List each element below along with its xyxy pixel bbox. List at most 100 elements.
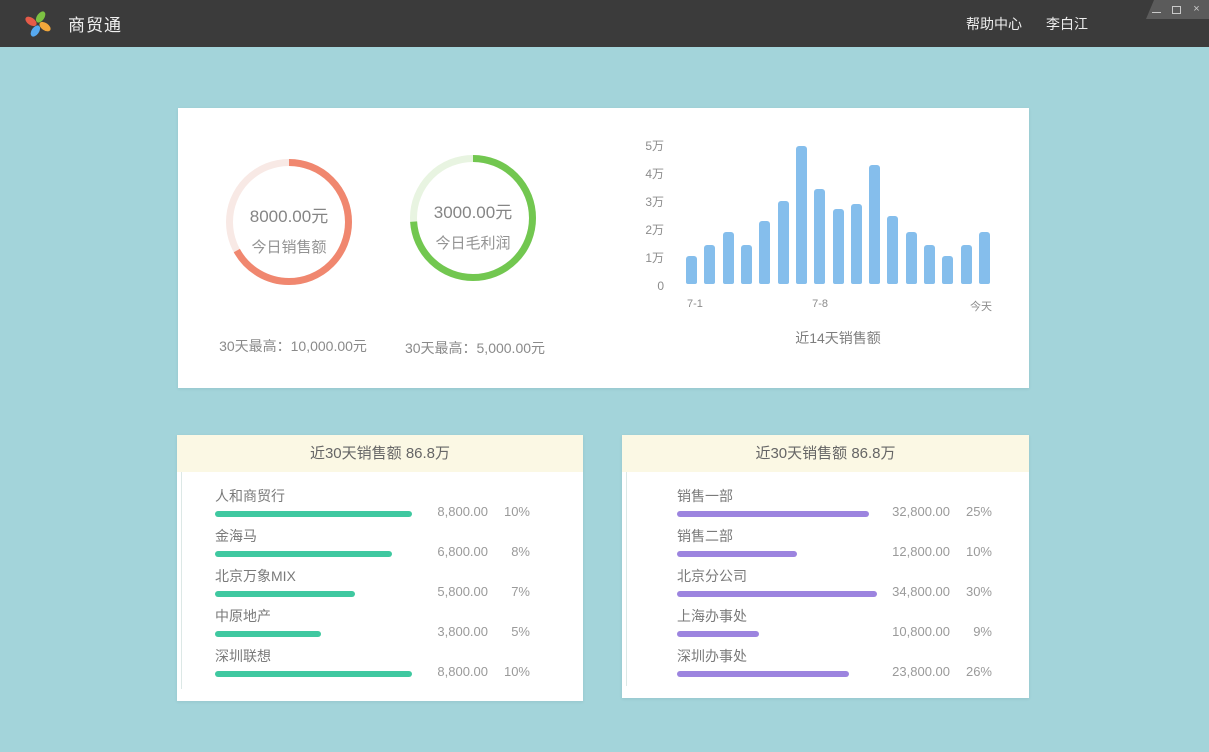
item-value: 10,800.00 [858, 624, 950, 639]
bar [924, 245, 935, 284]
list-item: 上海办事处10,800.009% [622, 608, 1029, 648]
item-progress-bar [677, 631, 759, 637]
y-axis-tick: 4万 [608, 166, 664, 182]
department-card-title: 近30天销售额 86.8万 [622, 435, 1029, 472]
bar [723, 232, 734, 284]
list-item: 北京分公司34,800.0030% [622, 568, 1029, 608]
y-axis-tick: 1万 [608, 250, 664, 266]
list-item: 销售一部32,800.0025% [622, 488, 1029, 528]
item-label: 销售二部 [677, 528, 992, 544]
y-axis-tick: 5万 [608, 138, 664, 154]
item-percent: 25% [950, 504, 992, 519]
item-percent: 10% [488, 664, 530, 679]
item-value: 34,800.00 [858, 584, 950, 599]
item-progress-bar [215, 631, 321, 637]
bar [887, 216, 898, 284]
item-value: 8,800.00 [396, 664, 488, 679]
x-axis-tick: 7-8 [812, 298, 828, 310]
item-label: 上海办事处 [677, 608, 992, 624]
list-item: 深圳办事处23,800.0026% [622, 648, 1029, 688]
today-summary-card: 8000.00元今日销售额 3000.00元今日毛利润 30天最高：10,000… [178, 108, 1029, 388]
item-value: 8,800.00 [396, 504, 488, 519]
item-label: 中原地产 [215, 608, 530, 624]
y-axis-tick: 3万 [608, 194, 664, 210]
item-numbers: 6,800.008% [396, 544, 530, 559]
item-numbers: 34,800.0030% [858, 584, 992, 599]
list-item: 人和商贸行8,800.0010% [177, 488, 583, 528]
list-item: 金海马6,800.008% [177, 528, 583, 568]
chart-bars [686, 146, 990, 284]
item-progress-bar [677, 551, 797, 557]
item-percent: 26% [950, 664, 992, 679]
gauge-value: 3000.00元 [434, 198, 512, 223]
item-label: 深圳办事处 [677, 648, 992, 664]
gauge-caption: 今日销售额 [251, 236, 326, 257]
item-label: 北京万象MIX [215, 568, 530, 584]
list-item: 中原地产3,800.005% [177, 608, 583, 648]
profit-30d-high-label: 30天最高：5,000.00元 [360, 338, 590, 358]
department-list: 销售一部32,800.0025%销售二部12,800.0010%北京分公司34,… [622, 472, 1029, 688]
item-numbers: 3,800.005% [396, 624, 530, 639]
chart-x-axis: 7-17-8今天 [686, 298, 990, 312]
customer-card-title: 近30天销售额 86.8万 [177, 435, 583, 472]
item-percent: 9% [950, 624, 992, 639]
window-controls: × [1146, 0, 1209, 19]
user-name-link[interactable]: 李白江 [1046, 14, 1088, 34]
bar [686, 256, 697, 284]
item-numbers: 8,800.0010% [396, 664, 530, 679]
item-numbers: 23,800.0026% [858, 664, 992, 679]
bar [869, 165, 880, 284]
bar [833, 209, 844, 284]
item-label: 金海马 [215, 528, 530, 544]
today-sales-gauge: 8000.00元今日销售额 [219, 152, 359, 292]
item-value: 23,800.00 [858, 664, 950, 679]
minimize-icon [1152, 12, 1161, 13]
item-percent: 7% [488, 584, 530, 599]
gauge-caption: 今日毛利润 [435, 232, 510, 253]
maximize-button[interactable] [1171, 4, 1182, 15]
x-axis-tick: 7-1 [687, 298, 703, 310]
item-numbers: 8,800.0010% [396, 504, 530, 519]
minimize-button[interactable] [1151, 4, 1162, 15]
gauge-text: 8000.00元今日销售额 [219, 159, 359, 299]
bar [906, 232, 917, 284]
app-title: 商贸通 [68, 11, 122, 36]
item-percent: 30% [950, 584, 992, 599]
item-label: 北京分公司 [677, 568, 992, 584]
item-value: 12,800.00 [858, 544, 950, 559]
item-numbers: 5,800.007% [396, 584, 530, 599]
item-numbers: 32,800.0025% [858, 504, 992, 519]
item-progress-bar [215, 671, 412, 677]
item-progress-bar [677, 511, 869, 517]
bar [961, 245, 972, 284]
gauge-value: 8000.00元 [250, 202, 328, 227]
item-label: 人和商贸行 [215, 488, 530, 504]
close-button[interactable]: × [1191, 4, 1202, 15]
bar [796, 146, 807, 284]
item-numbers: 10,800.009% [858, 624, 992, 639]
item-progress-bar [215, 511, 412, 517]
item-value: 6,800.00 [396, 544, 488, 559]
app-logo-pinwheel-icon [24, 10, 52, 38]
bar [814, 189, 825, 284]
sales-by-department-card: 近30天销售额 86.8万 销售一部32,800.0025%销售二部12,800… [622, 435, 1029, 698]
item-progress-bar [677, 591, 877, 597]
item-numbers: 12,800.0010% [858, 544, 992, 559]
titlebar-menu: 帮助中心 李白江 [966, 0, 1088, 47]
chart-y-axis: 5万 4万 3万 2万 1万 0 [608, 138, 664, 308]
y-axis-tick: 2万 [608, 222, 664, 238]
list-item: 销售二部12,800.0010% [622, 528, 1029, 568]
y-axis-tick: 0 [608, 278, 664, 294]
item-progress-bar [215, 591, 355, 597]
customer-list: 人和商贸行8,800.0010%金海马6,800.008%北京万象MIX5,80… [177, 472, 583, 688]
item-percent: 5% [488, 624, 530, 639]
item-value: 5,800.00 [396, 584, 488, 599]
bar [979, 232, 990, 284]
help-center-link[interactable]: 帮助中心 [966, 14, 1022, 34]
bar [741, 245, 752, 284]
item-percent: 10% [488, 504, 530, 519]
item-label: 深圳联想 [215, 648, 530, 664]
bar [851, 204, 862, 284]
bar [942, 256, 953, 284]
item-percent: 8% [488, 544, 530, 559]
